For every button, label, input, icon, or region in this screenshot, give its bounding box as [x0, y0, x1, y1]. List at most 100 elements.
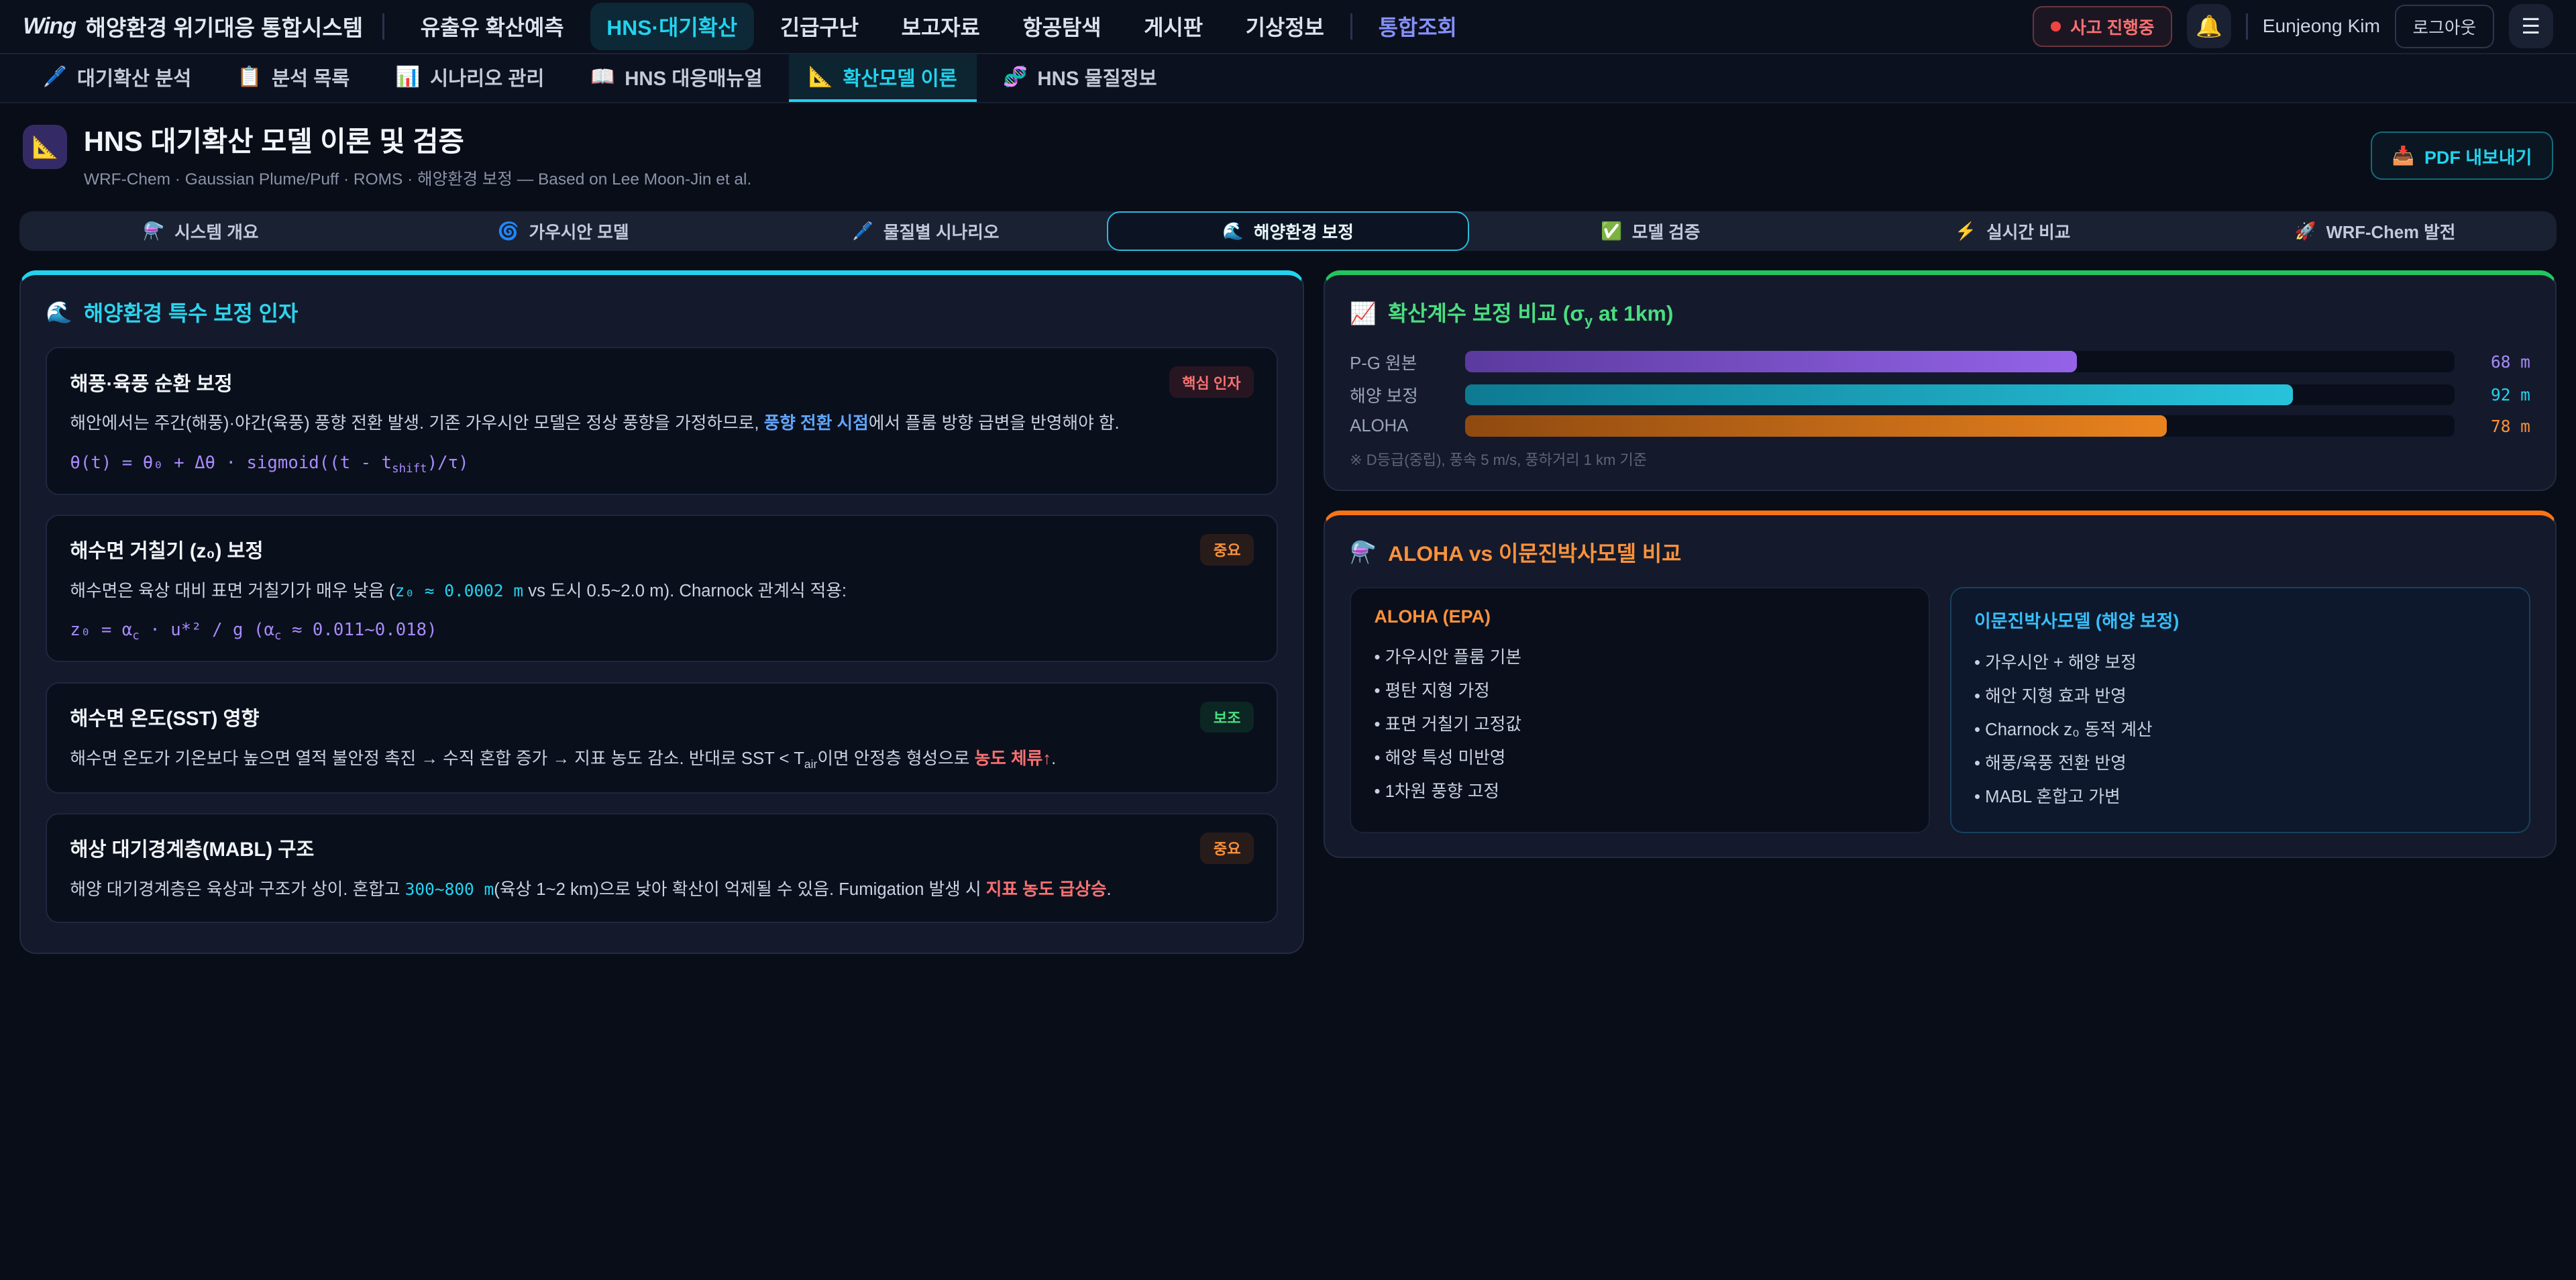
logo-mark: Wing	[23, 13, 76, 40]
tab-label: HNS 대응매뉴얼	[625, 63, 762, 91]
section-tab-wrf-chem[interactable]: 🚀 WRF-Chem 발전	[2194, 211, 2557, 251]
section-tab-realtime-comparison[interactable]: ⚡ 실시간 비교	[1831, 211, 2194, 251]
nav-item-reports[interactable]: 보고자료	[885, 3, 996, 50]
tab-label: HNS 물질정보	[1037, 63, 1157, 91]
bar-fill-aloha	[1465, 415, 2167, 437]
section-tab-label: 실시간 비교	[1986, 219, 2070, 244]
nav-item-board[interactable]: 게시판	[1128, 3, 1220, 50]
nav-item-weather-info[interactable]: 기상정보	[1229, 3, 1340, 50]
main-content: 🌊 해양환경 특수 보정 인자 해풍·육풍 순환 보정 핵심 인자 해안에서는 …	[19, 270, 2556, 954]
section-tab-label: WRF-Chem 발전	[2326, 219, 2455, 244]
list-item: 해풍/육풍 전환 반영	[1974, 747, 2506, 780]
list-item: 가우시안 + 해양 보정	[1974, 646, 2506, 680]
inline-code: 300~800 m	[405, 879, 494, 899]
priority-badge: 중요	[1200, 534, 1254, 566]
section-tab-marine-correction[interactable]: 🌊 해양환경 보정	[1107, 211, 1469, 251]
rocket-icon: 🚀	[2295, 221, 2316, 242]
right-column: 📈 확산계수 보정 비교 (σy at 1km) P-G 원본 68 m 해양 …	[1324, 270, 2556, 857]
nav-item-emergency-rescue[interactable]: 긴급구난	[763, 3, 875, 50]
page-header: 📐 HNS 대기확산 모델 이론 및 검증 WRF-Chem · Gaussia…	[0, 103, 2576, 208]
bar-track	[1465, 415, 2455, 437]
section-tab-system-overview[interactable]: ⚗️ 시스템 개요	[19, 211, 382, 251]
tab-analysis-list[interactable]: 📋 분석 목록	[217, 54, 369, 102]
chart-increasing-icon: 📈	[1350, 301, 1377, 326]
section-tab-label: 해양환경 보정	[1254, 219, 1354, 244]
priority-badge: 중요	[1200, 833, 1254, 864]
section-tab-gaussian-model[interactable]: 🌀 가우시안 모델	[382, 211, 745, 251]
list-item: 해안 지형 효과 반영	[1974, 680, 2506, 713]
incident-badge-label: 사고 진행중	[2070, 14, 2154, 39]
list-item: 표면 거칠기 고정값	[1374, 708, 1906, 741]
page-title: HNS 대기확산 모델 이론 및 검증	[84, 125, 751, 158]
wave-icon: 🌊	[46, 299, 72, 325]
formula-charnock: z₀ = αc · u*² / g (αc ≈ 0.011~0.018)	[70, 620, 1254, 643]
tab-label: 분석 목록	[272, 63, 350, 91]
bar-chart-icon: 📊	[396, 66, 421, 89]
main-menu: 유출유 확산예측 HNS·대기확산 긴급구난 보고자료 항공탐색 게시판 기상정…	[404, 3, 2013, 50]
list-item: 1차원 풍향 고정	[1374, 775, 1906, 808]
bar-track	[1465, 384, 2455, 406]
factor-card-title: 해풍·육풍 순환 보정	[70, 368, 232, 396]
section-tab-label: 시스템 개요	[174, 219, 258, 244]
divider	[2246, 13, 2247, 40]
alembic-icon: ⚗️	[1350, 539, 1377, 565]
bell-icon: 🔔	[2196, 13, 2222, 39]
aloha-panel-title: ⚗️ ALOHA vs 이문진박사모델 비교	[1350, 537, 2530, 568]
list-item: MABL 혼합고 가변	[1974, 780, 2506, 814]
bar-fill-pg	[1465, 351, 2077, 372]
marine-correction-panel-title: 🌊 해양환경 특수 보정 인자	[46, 297, 1278, 327]
bar-label: ALOHA	[1350, 417, 1464, 436]
factor-card-title: 해상 대기경계층(MABL) 구조	[70, 834, 314, 862]
divider	[1350, 13, 1352, 40]
clipboard-icon: 📋	[237, 66, 262, 89]
bar-track	[1465, 351, 2455, 372]
tab-label: 시나리오 관리	[430, 63, 544, 91]
pdf-export-button[interactable]: 📥 PDF 내보내기	[2371, 131, 2553, 180]
nav-item-aerial-search[interactable]: 항공탐색	[1006, 3, 1118, 50]
highlight-text: 풍향 전환 시점	[764, 414, 869, 433]
tab-diffusion-model-theory[interactable]: 📐 확산모델 이론	[789, 54, 977, 102]
bar-fill-marine	[1465, 384, 2293, 406]
nav-item-hns-dispersion[interactable]: HNS·대기확산	[590, 3, 754, 50]
factor-card-body: 해수면은 육상 대비 표면 거칠기가 매우 낮음 (z₀ ≈ 0.0002 m …	[70, 577, 1254, 605]
logout-button[interactable]: 로그아웃	[2395, 5, 2494, 48]
panel-title-label: 해양환경 특수 보정 인자	[84, 297, 298, 327]
nav-item-oil-spill-prediction[interactable]: 유출유 확산예측	[404, 3, 580, 50]
incident-status-badge: 사고 진행중	[2033, 6, 2172, 47]
bar-label: P-G 원본	[1350, 350, 1464, 374]
aloha-epa-card: ALOHA (EPA) 가우시안 플룸 기본 평탄 지형 가정 표면 거칠기 고…	[1350, 587, 1930, 833]
bar-value: 78 m	[2455, 417, 2530, 436]
tab-hns-substance-info[interactable]: 🧬 HNS 물질정보	[983, 54, 1177, 102]
aloha-epa-feature-list: 가우시안 플룸 기본 평탄 지형 가정 표면 거칠기 고정값 해양 특성 미반영…	[1374, 641, 1906, 809]
secondary-tab-bar: 🖊️ 대기확산 분석 📋 분석 목록 📊 시나리오 관리 📖 HNS 대응매뉴얼…	[0, 54, 2576, 103]
factor-card-title: 해수면 거칠기 (z₀) 보정	[70, 535, 263, 564]
panel-title-label: 확산계수 보정 비교 (σy at 1km)	[1388, 297, 1673, 329]
pdf-export-label: PDF 내보내기	[2424, 143, 2532, 169]
tab-hns-response-manual[interactable]: 📖 HNS 대응매뉴얼	[571, 54, 782, 102]
user-name: Eunjeong Kim	[2263, 15, 2380, 37]
section-tab-model-validation[interactable]: ✅ 모델 검증	[1469, 211, 1831, 251]
tab-scenario-management[interactable]: 📊 시나리오 관리	[376, 54, 564, 102]
app-root: Wing 해양환경 위기대응 통합시스템 유출유 확산예측 HNS·대기확산 긴…	[0, 0, 2576, 1280]
divider	[382, 13, 384, 40]
comparison-grid: ALOHA (EPA) 가우시안 플룸 기본 평탄 지형 가정 표면 거칠기 고…	[1350, 587, 2530, 833]
priority-badge: 핵심 인자	[1169, 366, 1254, 398]
inline-code: z₀ ≈ 0.0002 m	[395, 581, 524, 600]
sigma-bar-chart: P-G 원본 68 m 해양 보정 92 m ALOHA 78 m	[1350, 350, 2530, 437]
marine-model-card: 이문진박사모델 (해양 보정) 가우시안 + 해양 보정 해안 지형 효과 반영…	[1950, 587, 2530, 833]
list-item: 가우시안 플룸 기본	[1374, 641, 1906, 674]
factor-card-mabl-structure: 해상 대기경계층(MABL) 구조 중요 해양 대기경계층은 육상과 구조가 상…	[46, 813, 1278, 923]
notifications-button[interactable]: 🔔	[2187, 4, 2231, 48]
section-tab-substance-scenarios[interactable]: 🖊️ 물질별 시나리오	[745, 211, 1107, 251]
nav-item-integrated-search[interactable]: 통합조회	[1362, 3, 1473, 50]
app-logo[interactable]: Wing 해양환경 위기대응 통합시스템	[23, 10, 363, 42]
section-tab-label: 가우시안 모델	[529, 219, 629, 244]
dna-icon: 🧬	[1003, 66, 1028, 89]
tab-dispersion-analysis[interactable]: 🖊️ 대기확산 분석	[23, 54, 211, 102]
hamburger-menu-button[interactable]: ☰	[2509, 4, 2553, 48]
section-tab-label: 모델 검증	[1632, 219, 1701, 244]
factor-card-sea-land-breeze: 해풍·육풍 순환 보정 핵심 인자 해안에서는 주간(해풍)·야간(육풍) 풍향…	[46, 347, 1278, 494]
pen-icon: 🖊️	[852, 221, 873, 242]
bar-value: 68 m	[2455, 352, 2530, 372]
aloha-comparison-panel: ⚗️ ALOHA vs 이문진박사모델 비교 ALOHA (EPA) 가우시안 …	[1324, 511, 2556, 858]
